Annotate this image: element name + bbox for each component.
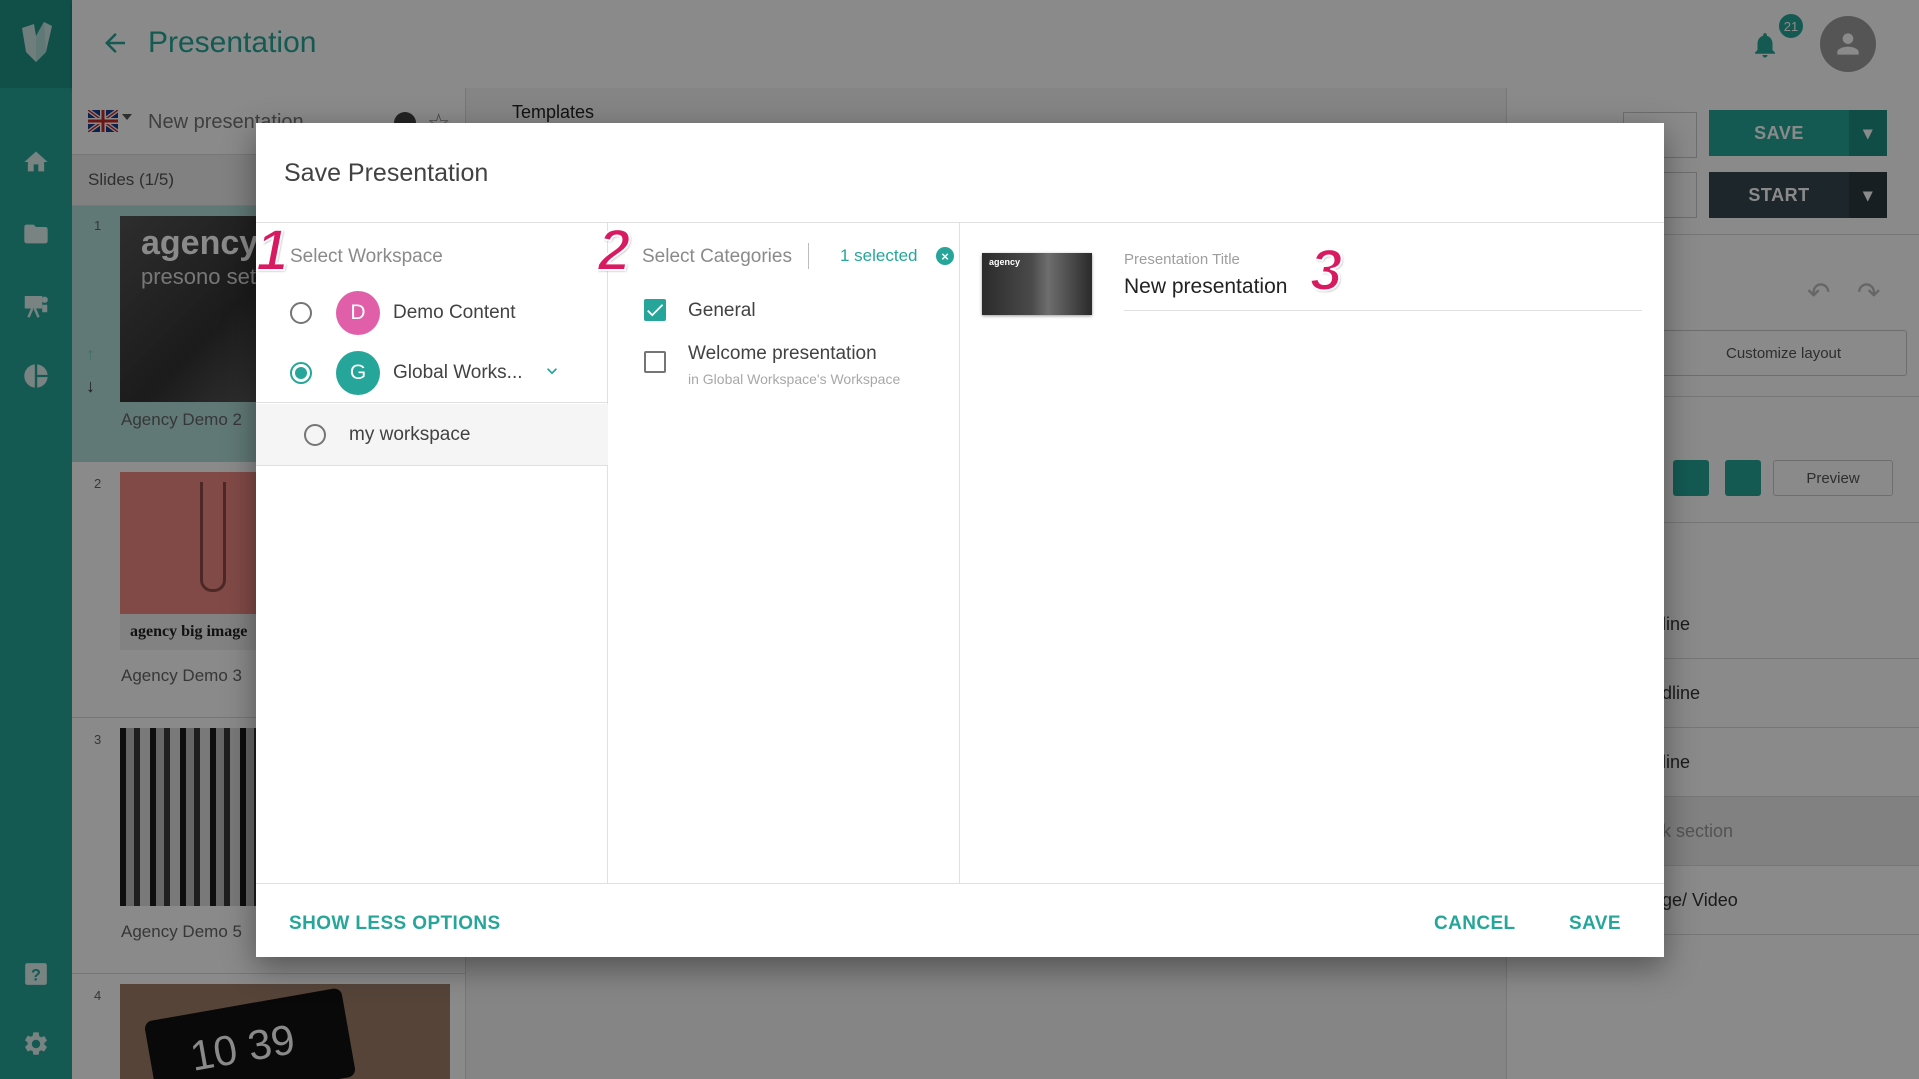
workspace-radio[interactable] xyxy=(290,362,312,384)
workspace-name: my workspace xyxy=(349,424,471,445)
workspace-name: Demo Content xyxy=(393,302,516,323)
category-subtitle: in Global Workspace's Workspace xyxy=(688,371,901,387)
avatar-initial: D xyxy=(350,301,366,324)
category-option[interactable]: Welcome presentation in Global Workspace… xyxy=(608,335,960,391)
title-field-label: Presentation Title xyxy=(1124,251,1240,268)
categories-column: 2 Select Categories 1 selected × General… xyxy=(597,217,960,883)
chevron-down-icon[interactable] xyxy=(542,361,562,386)
category-checkbox[interactable] xyxy=(644,351,666,373)
save-presentation-dialog: Save Presentation 1 Select Workspace D D… xyxy=(255,123,1664,957)
workspace-option[interactable]: D Demo Content xyxy=(256,283,608,343)
workspace-radio[interactable] xyxy=(304,424,326,446)
select-categories-heading: Select Categories xyxy=(642,246,792,267)
select-workspace-heading: Select Workspace xyxy=(290,246,443,267)
workspace-radio[interactable] xyxy=(290,302,312,324)
workspace-name: Global Works... xyxy=(393,362,523,383)
title-column: agency Presentation Title New presentati… xyxy=(960,222,1664,883)
workspace-option[interactable]: my workspace xyxy=(256,404,608,466)
category-option[interactable]: General xyxy=(608,283,960,333)
category-checkbox[interactable] xyxy=(644,299,666,321)
step-marker: 2 xyxy=(597,217,631,284)
divider xyxy=(256,883,1664,884)
thumbnail-title: agency xyxy=(989,257,1021,267)
check-icon xyxy=(647,304,664,317)
presentation-thumbnail: agency xyxy=(982,253,1092,315)
workspace-option[interactable]: G Global Works... xyxy=(256,343,608,403)
category-name: General xyxy=(688,300,756,321)
avatar-initial: G xyxy=(349,361,367,384)
step-marker: 3 xyxy=(1309,237,1343,304)
dialog-title: Save Presentation xyxy=(284,159,489,187)
clear-selection-icon[interactable]: × xyxy=(936,247,954,265)
workspace-avatar: G xyxy=(336,351,380,395)
divider xyxy=(808,243,809,269)
selected-count: 1 selected xyxy=(840,246,918,265)
step-marker: 1 xyxy=(255,217,289,284)
cancel-button[interactable]: CANCEL xyxy=(1434,913,1516,935)
presentation-title-input[interactable]: New presentation xyxy=(1124,275,1642,311)
show-less-options-button[interactable]: SHOW LESS OPTIONS xyxy=(289,913,501,935)
category-name: Welcome presentation xyxy=(688,343,877,364)
save-dialog-button[interactable]: SAVE xyxy=(1569,913,1621,935)
workspace-avatar: D xyxy=(336,291,380,335)
workspace-column: 1 Select Workspace D Demo Content G Glob… xyxy=(255,217,608,883)
